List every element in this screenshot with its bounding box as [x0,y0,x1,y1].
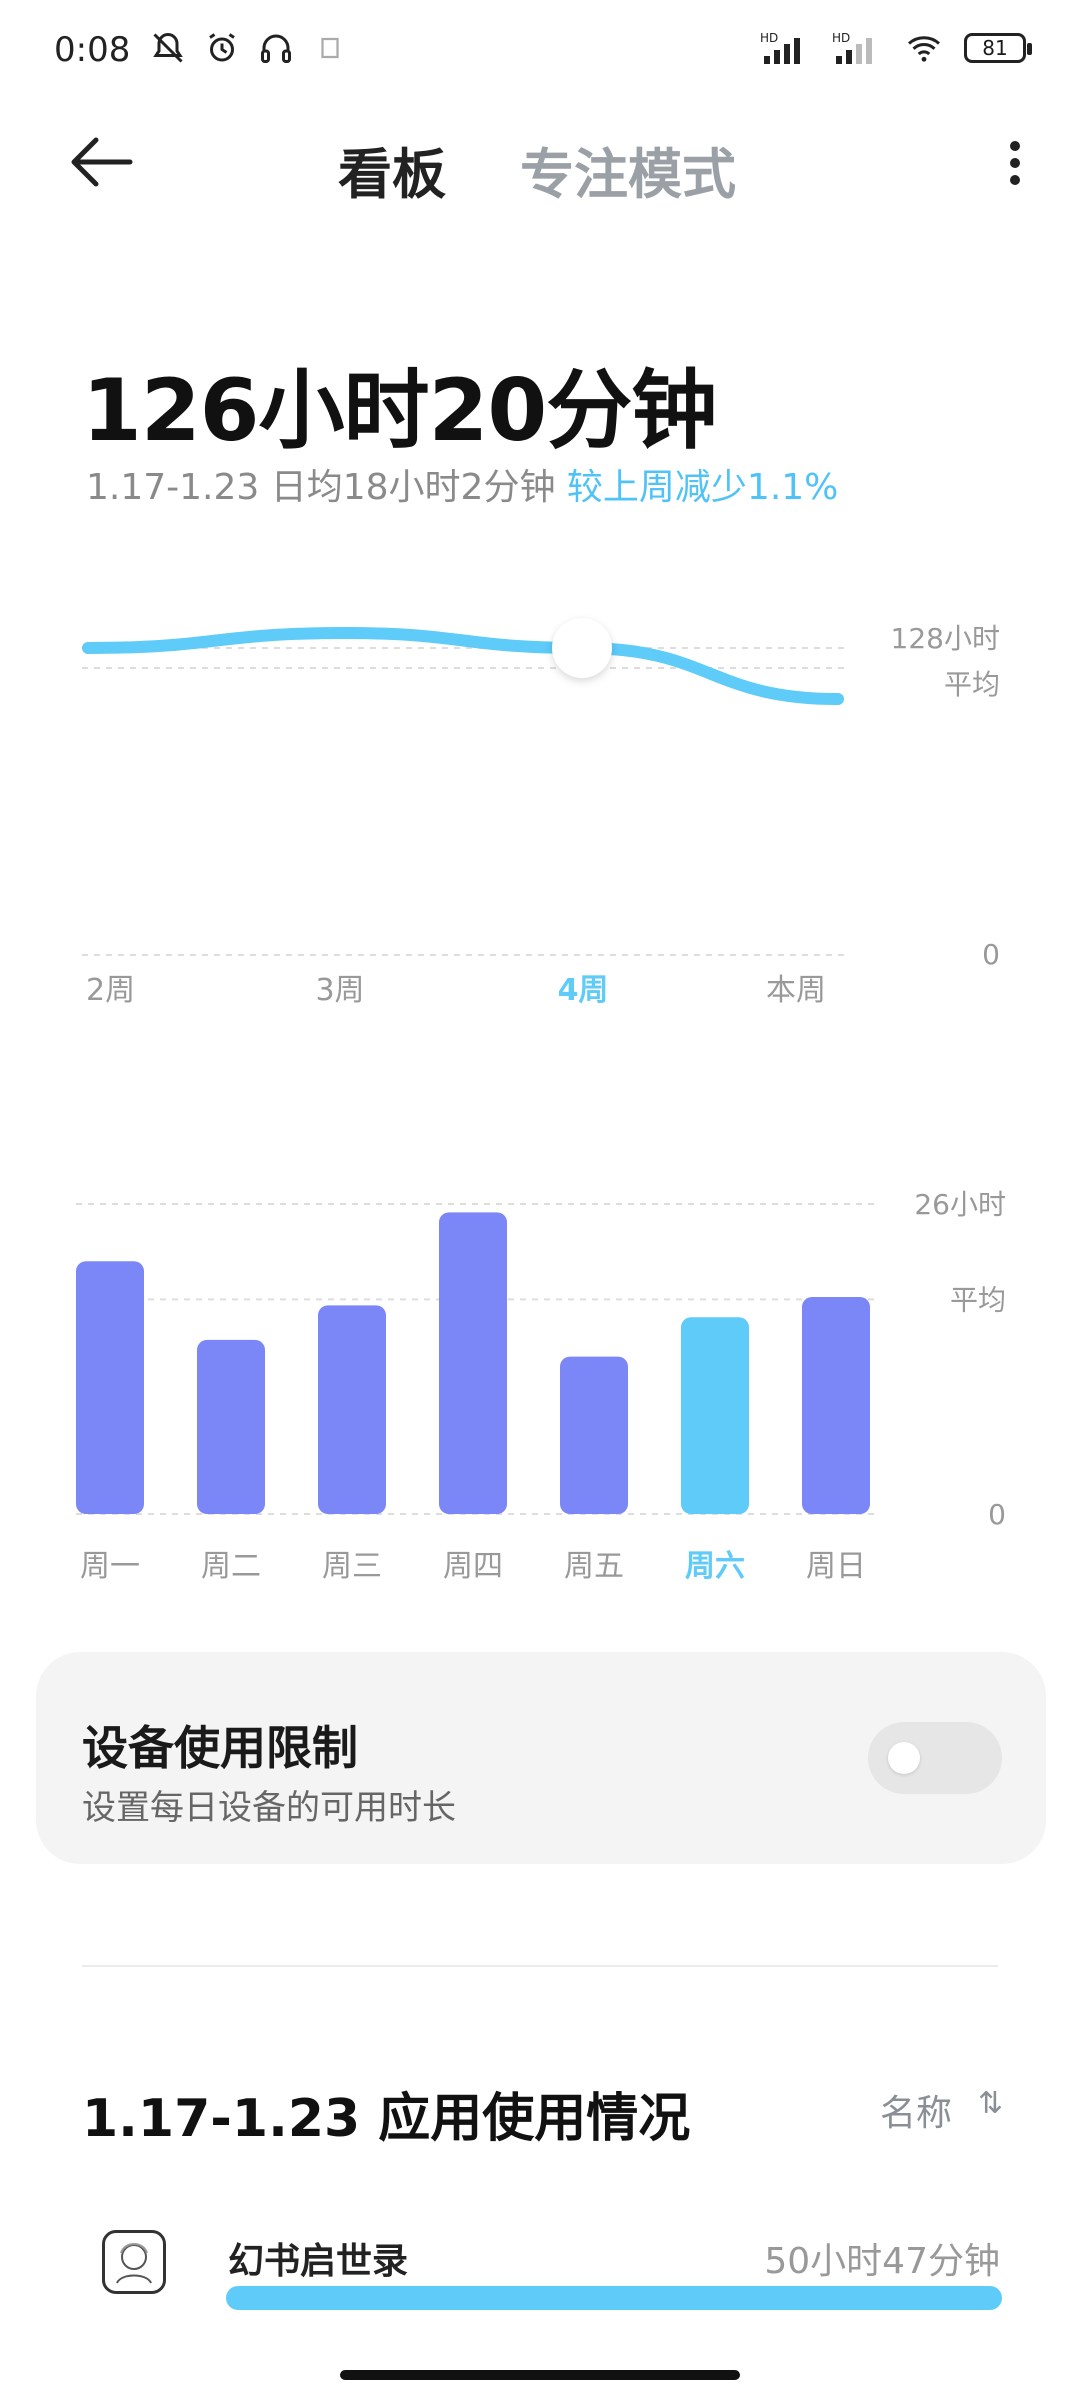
status-time: 0:08 [54,30,131,70]
daily-bar[interactable] [318,1305,386,1514]
battery-icon: 81 [964,33,1032,63]
weekly-usage-line-chart[interactable]: 128小时 平均 0 2周 3周 4周 本周 [0,580,1080,1020]
total-usage-time: 126小时20分钟 [82,361,717,461]
weekly-usage-line [82,626,844,705]
tab-focus-mode[interactable]: 专注模式 [520,130,736,209]
selected-week-marker[interactable] [552,618,612,678]
weekly-average-label: 平均 [944,668,1000,701]
system-status-icons: HD HD 81 [760,30,1032,66]
tab-dashboard[interactable]: 看板 [338,130,446,209]
daily-x-label[interactable]: 周四 [443,1549,503,1584]
wifi-icon [908,36,940,62]
range-average-text: 1.17-1.23 日均18小时2分钟 [86,467,556,508]
back-arrow-icon[interactable] [70,136,134,188]
daily-max-label: 26小时 [914,1188,1006,1221]
daily-x-label[interactable]: 周日 [806,1549,866,1584]
bell-off-icon [153,32,183,63]
svg-text:HD: HD [832,31,850,45]
section-divider [82,1965,998,1967]
weekly-zero-label: 0 [982,938,1000,971]
weekly-x-label[interactable]: 本周 [766,973,826,1008]
weekly-x-label[interactable]: 4周 [558,973,609,1008]
device-limit-title: 设备使用限制 [82,1721,358,1775]
daily-bar[interactable] [76,1261,144,1514]
app-icon[interactable] [102,2230,166,2294]
daily-average-label: 平均 [950,1283,1006,1316]
device-limit-subtitle: 设置每日设备的可用时长 [82,1788,456,1828]
daily-x-label[interactable]: 周五 [564,1549,624,1584]
daily-x-label[interactable]: 周一 [80,1549,140,1584]
week-change-text: 较上周减少1.1% [566,467,839,508]
signal-hd-icon: HD [760,31,800,64]
usage-summary-line: 1.17-1.23 日均18小时2分钟 较上周减少1.1% [86,458,838,510]
notification-icon [321,37,339,59]
app-name[interactable]: 幻书启世录 [228,2232,408,2284]
signal-hd-icon: HD [832,31,872,64]
daily-x-label[interactable]: 周三 [322,1549,382,1584]
sort-icon[interactable]: ⇅ [978,2086,1003,2121]
weekly-max-label: 128小时 [891,622,1000,655]
daily-bar[interactable] [560,1356,628,1514]
weekly-x-label[interactable]: 2周 [86,973,135,1008]
headphones-icon [261,34,291,63]
app-usage-bar [226,2286,1002,2310]
daily-bar[interactable] [681,1317,749,1514]
daily-zero-label: 0 [988,1498,1006,1531]
daily-bar[interactable] [802,1297,870,1514]
weekly-x-label[interactable]: 3周 [315,973,364,1008]
daily-x-label[interactable]: 周二 [201,1549,261,1584]
alarm-icon [209,33,235,62]
status-notification-icons [150,30,348,66]
app-usage-title: 1.17-1.23 应用使用情况 [82,2089,691,2149]
toggle-knob [888,1742,920,1774]
daily-usage-bar-chart[interactable]: 周一 周二 周三 周四 周五 周六 周日 26小时 平均 0 [0,1180,1080,1600]
sort-by-name-button[interactable]: 名称 [880,2084,952,2136]
daily-x-label[interactable]: 周六 [685,1549,745,1584]
svg-text:HD: HD [760,31,778,45]
daily-bar[interactable] [439,1212,507,1514]
app-usage-time: 50小时47分钟 [764,2241,1000,2282]
app-avatar-icon [116,2243,152,2284]
daily-bar[interactable] [197,1339,265,1514]
home-indicator[interactable] [340,2370,740,2380]
more-options-icon[interactable] [1008,140,1022,186]
